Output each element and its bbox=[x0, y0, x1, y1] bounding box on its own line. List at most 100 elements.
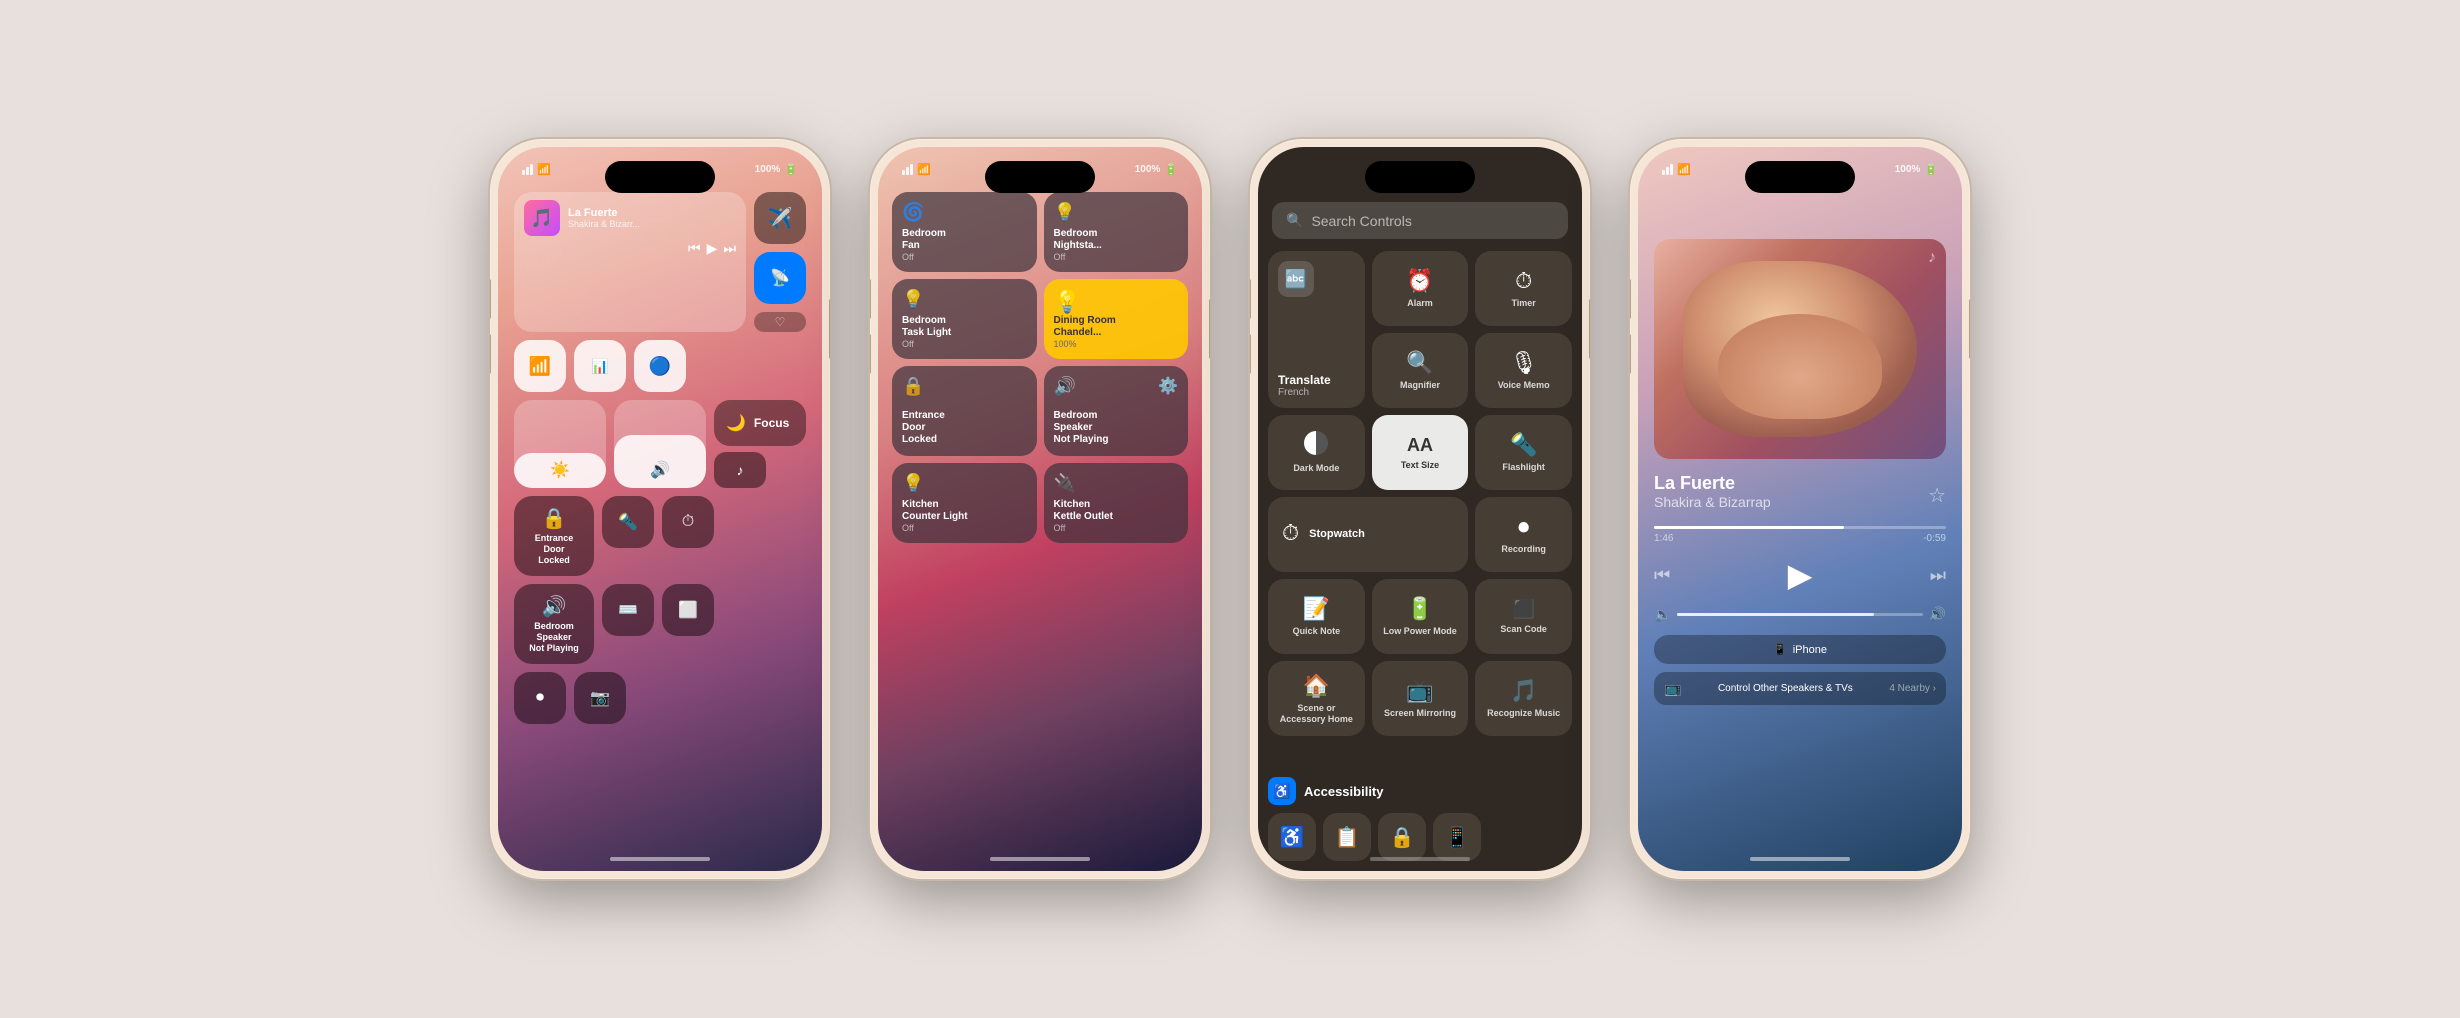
power-button-3[interactable] bbox=[1589, 299, 1590, 359]
record-tile[interactable]: ⏺ bbox=[514, 672, 566, 724]
camera-tile[interactable]: 📷 bbox=[574, 672, 626, 724]
acc-btn-3[interactable]: 🔒 bbox=[1378, 813, 1426, 861]
acc-btn-2[interactable]: 📋 bbox=[1323, 813, 1371, 861]
nightstand-name: BedroomNightsta... bbox=[1054, 228, 1179, 252]
vol-up-2[interactable] bbox=[870, 279, 871, 319]
search-bar[interactable]: 🔍 Search Controls bbox=[1272, 202, 1568, 239]
bar-2 bbox=[906, 167, 909, 175]
acc-btn-4[interactable]: 📱 bbox=[1433, 813, 1481, 861]
tv-icon: 📺 bbox=[1664, 680, 1681, 697]
keypad-tile[interactable]: ⌨️ bbox=[602, 584, 654, 636]
scan-code-tile[interactable]: ⬛ Scan Code bbox=[1475, 579, 1572, 654]
play-button[interactable]: ▶ bbox=[1788, 556, 1813, 594]
recording-icon: ⏺ bbox=[1518, 514, 1529, 540]
text-size-tile[interactable]: AA Text Size bbox=[1372, 415, 1469, 490]
timer-tile[interactable]: ⏱ Timer bbox=[1475, 251, 1572, 326]
screen-mirror-tile[interactable]: 📺 Screen Mirroring bbox=[1372, 661, 1469, 736]
counter-light-name: KitchenCounter Light bbox=[902, 499, 1027, 523]
flashlight-tile-3[interactable]: 🔦 Flashlight bbox=[1475, 415, 1572, 490]
bluetooth-tile[interactable]: 🔵 bbox=[634, 340, 686, 392]
progress-bar[interactable] bbox=[1654, 526, 1946, 529]
media-controls[interactable]: ⏮ ▶ ⏭ bbox=[524, 240, 736, 257]
media-tile[interactable]: 🎵 La Fuerte Shakira & Bizarr... ⏮ ▶ ⏭ bbox=[514, 192, 746, 332]
song-artist: Shakira & Bizarrap bbox=[1654, 494, 1771, 510]
volume-bar[interactable] bbox=[1677, 613, 1922, 616]
rewind-button[interactable]: ⏮ bbox=[1654, 565, 1670, 586]
vol-down-4[interactable] bbox=[1630, 334, 1631, 374]
volume-up-button[interactable] bbox=[490, 279, 491, 319]
entrance-door-tile[interactable]: 🔒 EntranceDoorLocked bbox=[514, 496, 594, 576]
stopwatch-tile[interactable]: ⏱ bbox=[662, 496, 714, 548]
accessibility-badge: ♿ bbox=[1268, 777, 1296, 805]
volume-slider[interactable]: 🔊 bbox=[614, 400, 706, 488]
phone-2: 📶 100% 🔋 🌀 BedroomFan Off bbox=[870, 139, 1210, 879]
home-row-2: 💡 BedroomTask Light Off 💡 Dining RoomCha… bbox=[892, 279, 1188, 359]
fan-tile[interactable]: 🌀 BedroomFan Off bbox=[892, 192, 1037, 272]
shazam-icon: 🎵 bbox=[1510, 678, 1537, 704]
magnifier-label: Magnifier bbox=[1400, 380, 1440, 391]
volume-down-button[interactable] bbox=[490, 334, 491, 374]
fast-forward-button[interactable]: ⏭ bbox=[1930, 565, 1946, 586]
vol-up-3[interactable] bbox=[1250, 279, 1251, 319]
power-button-2[interactable] bbox=[1209, 299, 1210, 359]
star-icon[interactable]: ☆ bbox=[1928, 483, 1946, 508]
power-button-4[interactable] bbox=[1969, 299, 1970, 359]
quick-note-tile[interactable]: 📝 Quick Note bbox=[1268, 579, 1365, 654]
shazam-tile[interactable]: 🎵 Recognize Music bbox=[1475, 661, 1572, 736]
speaker-name-2: BedroomSpeakerNot Playing bbox=[1054, 410, 1179, 446]
magnifier-tile[interactable]: 🔍 Magnifier bbox=[1372, 333, 1469, 408]
kettle-info: KitchenKettle Outlet Off bbox=[1054, 499, 1179, 533]
speakers-bar[interactable]: 📺 Control Other Speakers & TVs 4 Nearby … bbox=[1654, 672, 1946, 705]
recording-tile[interactable]: ⏺ Recording bbox=[1475, 497, 1572, 572]
chandelier-tile[interactable]: 💡 Dining RoomChandel... 100% bbox=[1044, 279, 1189, 359]
rewind-icon[interactable]: ⏮ bbox=[688, 240, 701, 257]
dark-mode-tile[interactable]: Dark Mode bbox=[1268, 415, 1365, 490]
heart-tile[interactable]: ♡ bbox=[754, 312, 806, 332]
vol-down-2[interactable] bbox=[870, 334, 871, 374]
stopwatch-tile-3[interactable]: ⏱ Stopwatch bbox=[1268, 497, 1468, 572]
wifi-tile[interactable]: 📶 bbox=[514, 340, 566, 392]
screen-tile[interactable]: ⬜ bbox=[662, 584, 714, 636]
translate-sublabel: French bbox=[1278, 387, 1331, 398]
voice-memo-tile[interactable]: 🎙 Voice Memo bbox=[1475, 333, 1572, 408]
bedroom-speaker-tile[interactable]: 🔊 BedroomSpeakerNot Playing bbox=[514, 584, 594, 664]
task-light-tile[interactable]: 💡 BedroomTask Light Off bbox=[892, 279, 1037, 359]
counter-light-tile[interactable]: 💡 KitchenCounter Light Off bbox=[892, 463, 1037, 543]
power-button[interactable] bbox=[829, 299, 830, 359]
music-note-tile[interactable]: ♪ bbox=[714, 452, 766, 488]
device-icon: 📱 bbox=[1773, 643, 1787, 656]
focus-tile[interactable]: 🌙 Focus bbox=[714, 400, 806, 446]
vol-high-icon: 🔊 bbox=[1929, 606, 1946, 623]
media-info: La Fuerte Shakira & Bizarr... bbox=[568, 207, 736, 229]
vol-up-4[interactable] bbox=[1630, 279, 1631, 319]
settings-icon[interactable]: ⚙️ bbox=[1158, 376, 1178, 396]
flashlight-icon: 🔦 bbox=[618, 512, 638, 532]
entrance-door-tile-2[interactable]: 🔒 EntranceDoorLocked bbox=[892, 366, 1037, 456]
accessibility-section: ♿ Accessibility bbox=[1258, 769, 1582, 809]
bedroom-speaker-tile-2[interactable]: ⚙️ 🔊 BedroomSpeakerNot Playing bbox=[1044, 366, 1189, 456]
flashlight-label: Flashlight bbox=[1502, 462, 1545, 473]
low-power-icon: 🔋 bbox=[1406, 596, 1433, 622]
low-power-tile[interactable]: 🔋 Low Power Mode bbox=[1372, 579, 1469, 654]
home-indicator-3 bbox=[1370, 857, 1470, 861]
vol-down-3[interactable] bbox=[1250, 334, 1251, 374]
play-icon[interactable]: ▶ bbox=[707, 240, 718, 257]
acc-btn-1[interactable]: ♿ bbox=[1268, 813, 1316, 861]
lock-icon: 🔒 bbox=[542, 506, 567, 531]
speaker-label: BedroomSpeakerNot Playing bbox=[529, 621, 579, 653]
alarm-tile[interactable]: ⏰ Alarm bbox=[1372, 251, 1469, 326]
focus-dot-tile[interactable]: 📡 bbox=[754, 252, 806, 304]
phone-3-screen: 🔍 Search Controls 🔤 Translate French ⏰ bbox=[1258, 147, 1582, 871]
kettle-tile[interactable]: 🔌 KitchenKettle Outlet Off bbox=[1044, 463, 1189, 543]
translate-tile[interactable]: 🔤 Translate French bbox=[1268, 251, 1365, 408]
home-tile-3[interactable]: 🏠 Scene or Accessory Home bbox=[1268, 661, 1365, 736]
flashlight-tile[interactable]: 🔦 bbox=[602, 496, 654, 548]
music-note-icon: ♪ bbox=[737, 462, 744, 478]
fast-forward-icon[interactable]: ⏭ bbox=[723, 240, 736, 257]
output-device[interactable]: 📱 iPhone bbox=[1654, 635, 1946, 664]
brightness-slider[interactable]: ☀️ bbox=[514, 400, 606, 488]
airplane-icon: ✈️ bbox=[768, 206, 793, 231]
nightstand-tile[interactable]: 💡 BedroomNightsta... Off bbox=[1044, 192, 1189, 272]
airplane-tile[interactable]: ✈️ bbox=[754, 192, 806, 244]
cellular-tile[interactable]: 📊 bbox=[574, 340, 626, 392]
